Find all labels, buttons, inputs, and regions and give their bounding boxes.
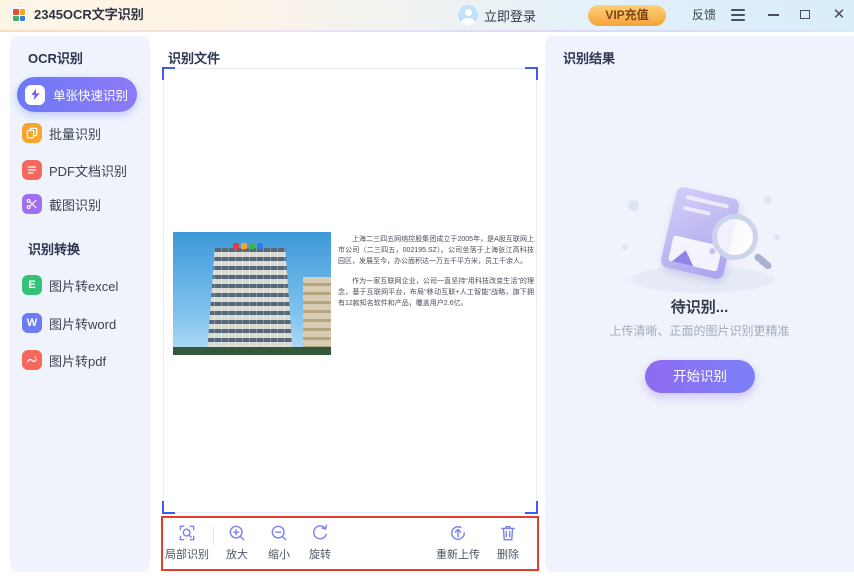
sidebar-item-batch-recognize[interactable]: 批量识别	[22, 121, 142, 145]
sidebar-item-label: PDF文档识别	[49, 161, 127, 180]
trees-graphic	[173, 347, 331, 355]
sidebar-section-ocr: OCR识别	[28, 48, 83, 67]
zoom-out-icon	[269, 523, 289, 543]
trash-icon	[498, 523, 518, 543]
corner-bracket-icon	[162, 67, 175, 80]
uploaded-image-building-photo	[173, 232, 331, 355]
sidebar-item-image-to-pdf[interactable]: 图片转pdf	[22, 348, 142, 372]
corner-bracket-icon	[162, 501, 175, 514]
rotate-button[interactable]: 旋转	[290, 523, 350, 563]
recognize-file-title: 识别文件	[168, 48, 220, 67]
recognize-result-title: 识别结果	[563, 48, 615, 67]
word-icon: W	[22, 313, 42, 333]
document-paragraph: 上海二三四五网络控股集团成立于2005年，是A股互联网上市公司（二三四五，002…	[338, 234, 534, 267]
close-button[interactable]: ✕	[826, 0, 852, 30]
vip-recharge-button[interactable]: VIP充值	[588, 5, 666, 26]
login-button[interactable]: 立即登录	[458, 0, 536, 30]
feedback-button[interactable]: 反馈	[692, 0, 716, 30]
sidebar-section-convert: 识别转换	[28, 239, 80, 258]
document-paragraph: 作为一家互联网企业，公司一直坚持“用科技改变生活”的理念，基于互联网平台，布局“…	[338, 276, 534, 309]
sidebar-item-screenshot-recognize[interactable]: 截图识别	[22, 192, 142, 216]
pdf-wave-icon	[22, 350, 42, 370]
sidebar-item-image-to-excel[interactable]: E 图片转excel	[22, 273, 142, 297]
delete-button[interactable]: 删除	[478, 523, 538, 563]
titlebar-divider	[0, 30, 854, 32]
minimize-button[interactable]	[760, 0, 786, 30]
sidebar-item-single-fast-recognize[interactable]: 单张快速识别	[17, 77, 137, 112]
sidebar-item-label: 批量识别	[49, 124, 101, 143]
rotate-icon	[310, 523, 330, 543]
rooftop-logo-graphic	[233, 243, 263, 249]
partial-recognize-icon	[177, 523, 197, 543]
sidebar	[10, 36, 150, 572]
login-label: 立即登录	[484, 6, 536, 25]
maximize-button[interactable]	[792, 0, 818, 30]
excel-icon: E	[22, 275, 42, 295]
building-graphic	[207, 248, 293, 355]
uploaded-document-text: 上海二三四五网络控股集团成立于2005年，是A股互联网上市公司（二三四五，002…	[338, 234, 534, 318]
bolt-icon	[25, 85, 45, 105]
corner-bracket-icon	[525, 501, 538, 514]
sidebar-item-pdf-recognize[interactable]: PDF文档识别	[22, 158, 142, 182]
empty-state-illustration	[622, 192, 782, 294]
user-avatar-icon	[458, 5, 478, 25]
sidebar-item-label: 图片转pdf	[49, 351, 106, 370]
hint-text: 上传清晰、正面的图片识别更精准	[545, 322, 854, 339]
side-building-graphic	[303, 277, 331, 349]
re-upload-icon	[448, 523, 468, 543]
sidebar-item-label: 截图识别	[49, 195, 101, 214]
menu-icon[interactable]	[731, 9, 745, 21]
app-logo-icon	[10, 6, 28, 24]
copy-icon	[22, 123, 42, 143]
app-title: 2345OCR文字识别	[34, 0, 144, 30]
sidebar-item-image-to-word[interactable]: W 图片转word	[22, 311, 142, 335]
sidebar-item-label: 单张快速识别	[53, 85, 128, 104]
zoom-in-icon	[227, 523, 247, 543]
magnifier-icon	[712, 214, 758, 260]
magnifier-handle	[753, 252, 773, 270]
corner-bracket-icon	[525, 67, 538, 80]
sidebar-item-label: 图片转excel	[49, 276, 118, 295]
sidebar-item-label: 图片转word	[49, 314, 116, 333]
start-recognize-button[interactable]: 开始识别	[645, 360, 755, 393]
document-lines-icon	[22, 160, 42, 180]
status-text: 待识别...	[545, 296, 854, 317]
scissors-icon	[22, 194, 42, 214]
